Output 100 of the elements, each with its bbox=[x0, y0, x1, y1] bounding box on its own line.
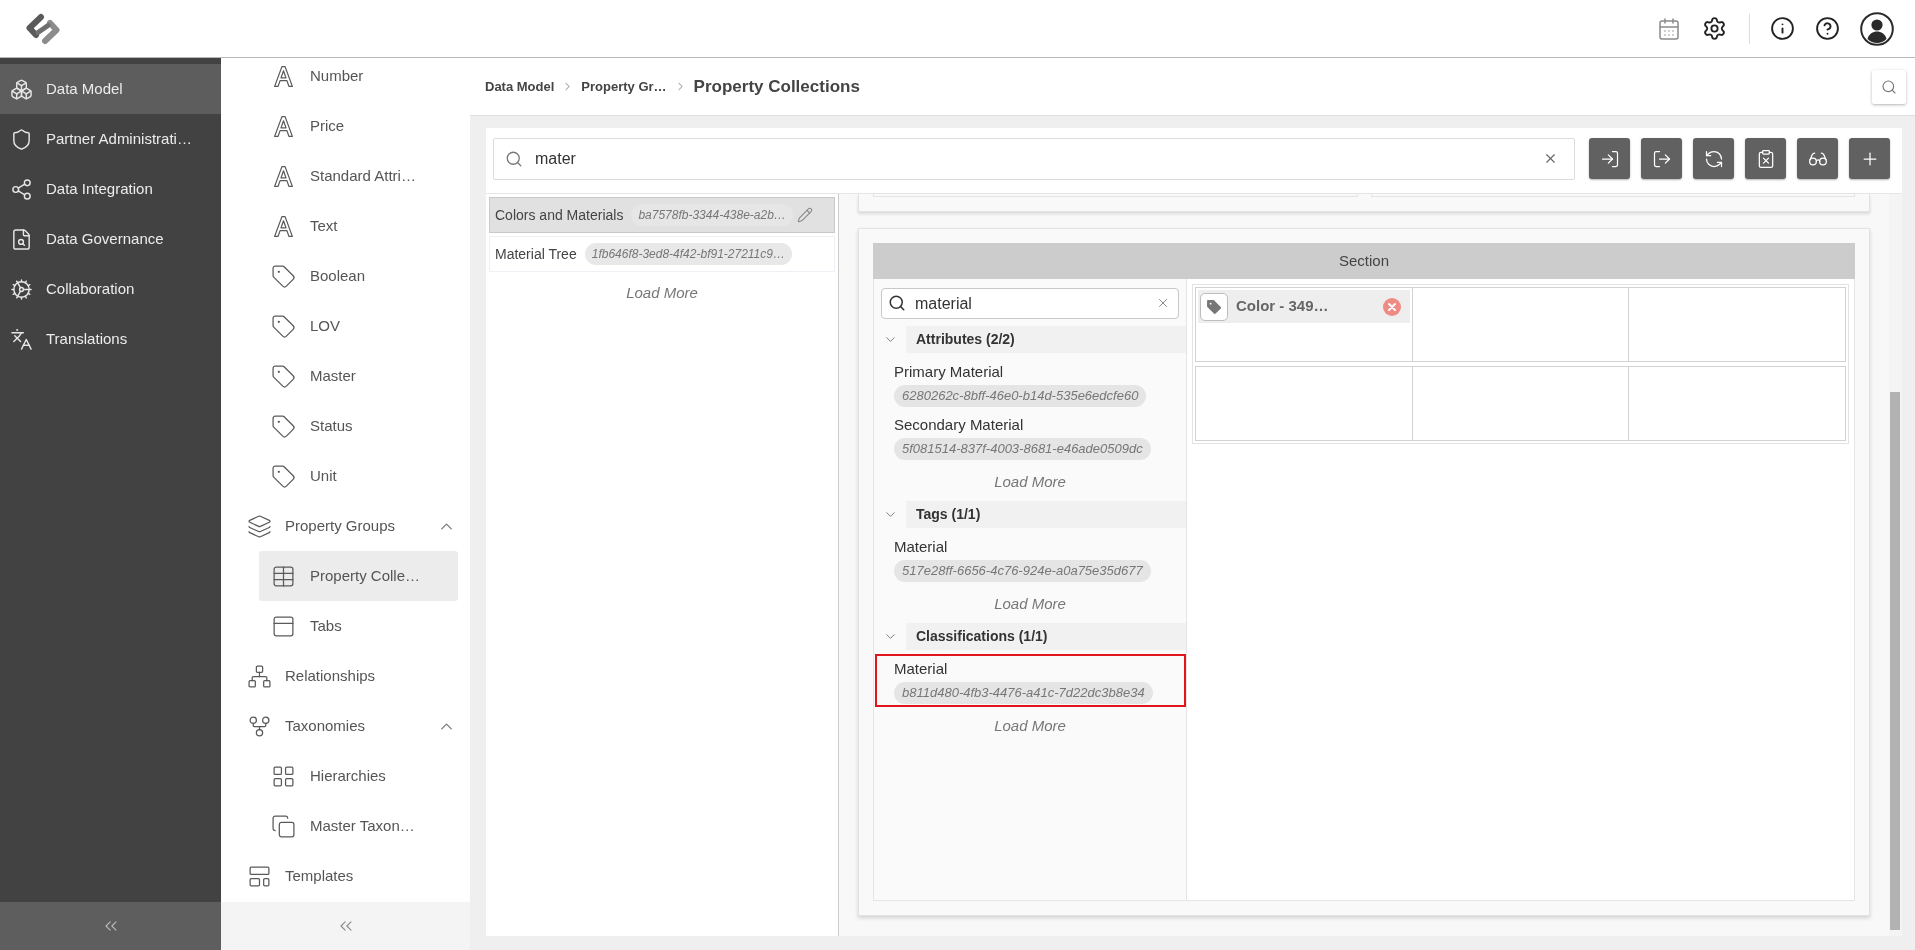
tag-icon bbox=[271, 263, 296, 289]
a-shape-icon bbox=[271, 163, 296, 189]
id-chip: 6280262c-8bff-46e0-b14d-535e6edcfe60 bbox=[894, 385, 1147, 407]
item-name: Secondary Material bbox=[894, 415, 1024, 435]
subnav-item[interactable]: Master Taxon… bbox=[259, 801, 458, 851]
search-icon bbox=[505, 150, 523, 168]
page-title: Property Collections bbox=[693, 75, 860, 98]
boxes-icon bbox=[10, 77, 33, 101]
subnav-item[interactable]: LOV bbox=[259, 301, 458, 351]
refresh-button[interactable] bbox=[1693, 138, 1734, 179]
item-name: Material bbox=[894, 659, 948, 679]
id-chip: b811d480-4fb3-4476-a41c-7d22dc3b8e34 bbox=[894, 682, 1153, 704]
calendar-icon[interactable] bbox=[1657, 16, 1681, 41]
load-more-link[interactable]: Load More bbox=[626, 281, 698, 305]
grid-icon bbox=[271, 763, 296, 789]
id-chip: ba7578fb-3344-438e-a2b… bbox=[631, 204, 793, 226]
subnav-item[interactable]: Templates bbox=[221, 851, 470, 901]
tree-item[interactable]: Material b811d480-4fb3-4476-a41c-7d22dc3b8e34 bbox=[875, 654, 1186, 707]
user-icon[interactable] bbox=[1860, 11, 1894, 46]
group-header[interactable]: Attributes (2/2) bbox=[906, 326, 1186, 353]
subnav-item[interactable]: Status bbox=[259, 401, 458, 451]
refresh-icon bbox=[1703, 148, 1724, 169]
clear-icon[interactable] bbox=[1156, 296, 1170, 310]
tag-icon bbox=[271, 363, 296, 389]
subnav-item[interactable]: Hierarchies bbox=[259, 751, 458, 801]
subnav-item[interactable]: Unit bbox=[259, 451, 458, 501]
subnav-item[interactable]: Property Colle… bbox=[259, 551, 458, 601]
nodes-icon bbox=[10, 177, 33, 201]
translate-icon bbox=[10, 327, 33, 351]
nav-item[interactable]: Data Model bbox=[0, 64, 221, 114]
clear-button[interactable] bbox=[1745, 138, 1786, 179]
property-chip[interactable]: Color - 349… bbox=[1198, 290, 1410, 323]
cog-icon bbox=[10, 277, 33, 301]
import-button[interactable] bbox=[1589, 138, 1630, 179]
arrow-in-icon bbox=[1599, 148, 1620, 169]
grid-cell[interactable]: Color - 349… bbox=[1196, 288, 1413, 361]
settings-icon[interactable] bbox=[1702, 16, 1727, 41]
item-name: Primary Material bbox=[894, 362, 1004, 382]
add-button[interactable] bbox=[1849, 138, 1890, 179]
a-shape-icon bbox=[271, 63, 296, 89]
network-icon bbox=[247, 663, 272, 689]
tree-item[interactable]: Primary Material 6280262c-8bff-46e0-b14d-535e6edcfe60 bbox=[875, 357, 1186, 410]
section-header: Section bbox=[873, 243, 1855, 279]
load-more-link[interactable]: Load More bbox=[994, 714, 1066, 738]
search-button[interactable] bbox=[1872, 69, 1906, 104]
tag-icon bbox=[271, 463, 296, 489]
breadcrumb-link[interactable]: Data Model bbox=[485, 76, 555, 97]
subnav-item[interactable]: Tabs bbox=[259, 601, 458, 651]
subnav-item[interactable]: Boolean bbox=[259, 251, 458, 301]
nav-item[interactable]: Partner Administrati… bbox=[0, 114, 221, 164]
scrollbar-thumb[interactable] bbox=[1890, 392, 1900, 930]
group-header[interactable]: Classifications (1/1) bbox=[906, 623, 1186, 650]
list-row[interactable]: Colors and Materials ba7578fb-3344-438e-a2b… bbox=[489, 197, 835, 233]
subnav-item[interactable]: Text bbox=[259, 201, 458, 251]
window-icon bbox=[271, 613, 296, 639]
subnav-item[interactable]: Price bbox=[259, 101, 458, 151]
copy-icon bbox=[271, 813, 296, 839]
tag-icon bbox=[1200, 292, 1228, 321]
help-icon[interactable] bbox=[1815, 16, 1840, 41]
load-more-link[interactable]: Load More bbox=[994, 592, 1066, 616]
export-button[interactable] bbox=[1641, 138, 1682, 179]
document-search-icon bbox=[10, 227, 33, 251]
subnav-item[interactable]: Standard Attri… bbox=[259, 151, 458, 201]
subnav-item[interactable]: Taxonomies bbox=[221, 701, 470, 751]
search-icon bbox=[1881, 78, 1897, 95]
remove-icon[interactable] bbox=[1382, 297, 1401, 316]
item-name: Colors and Materials bbox=[495, 205, 624, 225]
group-header[interactable]: Tags (1/1) bbox=[906, 501, 1186, 528]
shield-icon bbox=[10, 127, 33, 151]
nav-item[interactable]: Data Governance bbox=[0, 214, 221, 264]
item-name: Material Tree bbox=[495, 244, 577, 264]
a-shape-icon bbox=[271, 113, 296, 139]
tree-item[interactable]: Secondary Material 5f081514-837f-4003-8681-e46ade0509dc bbox=[875, 410, 1186, 463]
table-icon bbox=[271, 563, 296, 589]
subnav-item[interactable]: Master bbox=[259, 351, 458, 401]
nav-item[interactable]: Translations bbox=[0, 314, 221, 364]
pencil-icon[interactable] bbox=[796, 207, 813, 223]
subnav-item[interactable]: Relationships bbox=[221, 651, 470, 701]
nav-item[interactable]: Collaboration bbox=[0, 264, 221, 314]
load-more-link[interactable]: Load More bbox=[994, 470, 1066, 494]
preview-button[interactable] bbox=[1797, 138, 1838, 179]
nav-item[interactable]: Data Integration bbox=[0, 164, 221, 214]
tag-icon bbox=[271, 313, 296, 339]
id-chip: 1fb646f8-3ed8-4f42-bf91-27211c9… bbox=[584, 243, 792, 265]
subnav-item[interactable]: Number bbox=[259, 58, 458, 101]
layout-icon bbox=[247, 863, 272, 889]
info-icon[interactable] bbox=[1770, 16, 1795, 41]
subnav-item[interactable]: Property Groups bbox=[221, 501, 470, 551]
id-chip: 5f081514-837f-4003-8681-e46ade0509dc bbox=[894, 438, 1151, 460]
tree-item[interactable]: Material 517e28ff-6656-4c76-924e-a0a75e35d677 bbox=[875, 532, 1186, 585]
search-icon bbox=[888, 294, 906, 312]
item-name: Material bbox=[894, 537, 948, 557]
clear-icon[interactable] bbox=[1543, 151, 1558, 166]
list-row[interactable]: Material Tree 1fb646f8-3ed8-4f42-bf91-27211c9… bbox=[489, 236, 835, 272]
breadcrumb-link[interactable]: Property Gr… bbox=[581, 76, 667, 97]
search-field[interactable]: mater bbox=[493, 138, 1575, 180]
id-chip: 517e28ff-6656-4c76-924e-a0a75e35d677 bbox=[894, 560, 1151, 582]
layers-icon bbox=[247, 513, 272, 539]
a-shape-icon bbox=[271, 213, 296, 239]
search-field[interactable]: material bbox=[881, 288, 1179, 319]
